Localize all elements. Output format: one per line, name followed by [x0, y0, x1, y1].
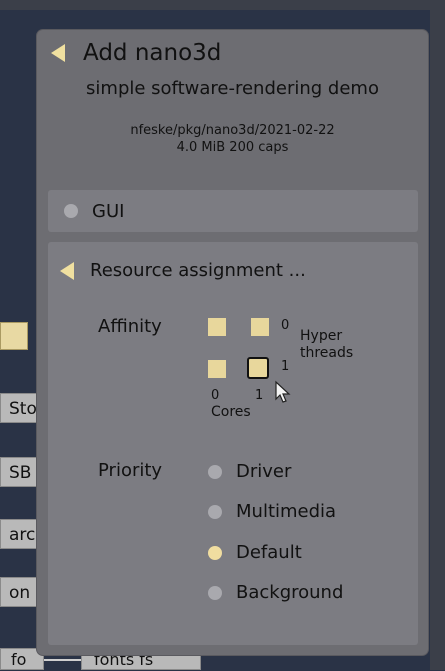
mouse-cursor-icon — [275, 380, 291, 403]
background-yellow-tab[interactable] — [0, 322, 28, 350]
background-right-bar — [430, 0, 445, 670]
priority-radio-selected[interactable] — [208, 545, 222, 560]
affinity-row-label: 1 — [281, 359, 290, 374]
add-component-dialog: Add nano3d simple software-rendering dem… — [37, 30, 428, 655]
priority-option[interactable]: Driver — [208, 461, 291, 482]
gui-label: GUI — [92, 200, 125, 222]
affinity-col-label: 1 — [255, 388, 264, 403]
background-tab[interactable]: on — [0, 577, 40, 607]
priority-label: Priority — [98, 460, 163, 481]
affinity-label: Affinity — [98, 316, 162, 337]
gui-radio[interactable] — [64, 204, 78, 218]
back-arrow-icon[interactable] — [51, 44, 65, 62]
priority-radio[interactable] — [208, 464, 222, 479]
background-top-bar — [0, 0, 445, 10]
affinity-col-label: 0 — [211, 388, 220, 403]
priority-option-label: Default — [236, 542, 302, 563]
resource-label: Resource assignment ... — [90, 260, 306, 281]
collapse-arrow-icon[interactable] — [60, 261, 74, 280]
background-tab[interactable]: Sto — [0, 393, 40, 423]
resource-section: Resource assignment ... Affinity 0 Hyper… — [48, 242, 418, 645]
affinity-cell[interactable] — [251, 318, 269, 336]
priority-option-label: Multimedia — [236, 501, 337, 522]
affinity-row-label: 0 — [281, 318, 290, 333]
affinity-cell[interactable] — [208, 360, 226, 378]
package-meta: nfeske/pkg/nano3d/2021-02-22 4.0 MiB 200… — [37, 122, 428, 156]
priority-option[interactable]: Background — [208, 582, 343, 603]
cores-label: Cores — [211, 404, 251, 420]
background-tab[interactable]: SB — [0, 457, 40, 487]
resource-header[interactable]: Resource assignment ... — [60, 260, 306, 281]
dialog-subtitle: simple software-rendering demo — [86, 78, 379, 99]
hyper-label: Hyper — [300, 328, 343, 344]
threads-label: threads — [300, 345, 354, 361]
priority-option-selected[interactable]: Default — [208, 542, 302, 563]
priority-radio[interactable] — [208, 504, 222, 519]
package-size: 4.0 MiB 200 caps — [176, 140, 289, 155]
connector-line — [44, 659, 81, 661]
dialog-title: Add nano3d — [83, 40, 222, 66]
priority-option[interactable]: Multimedia — [208, 501, 336, 522]
priority-option-label: Background — [236, 582, 344, 603]
dialog-header[interactable]: Add nano3d — [51, 40, 221, 66]
package-path: nfeske/pkg/nano3d/2021-02-22 — [130, 123, 335, 138]
priority-option-label: Driver — [236, 461, 292, 482]
gui-section[interactable]: GUI — [48, 190, 418, 232]
background-tab[interactable]: arc — [0, 519, 40, 549]
priority-radio[interactable] — [208, 585, 222, 600]
affinity-cell-selected[interactable] — [247, 357, 269, 379]
affinity-cell[interactable] — [208, 318, 226, 336]
